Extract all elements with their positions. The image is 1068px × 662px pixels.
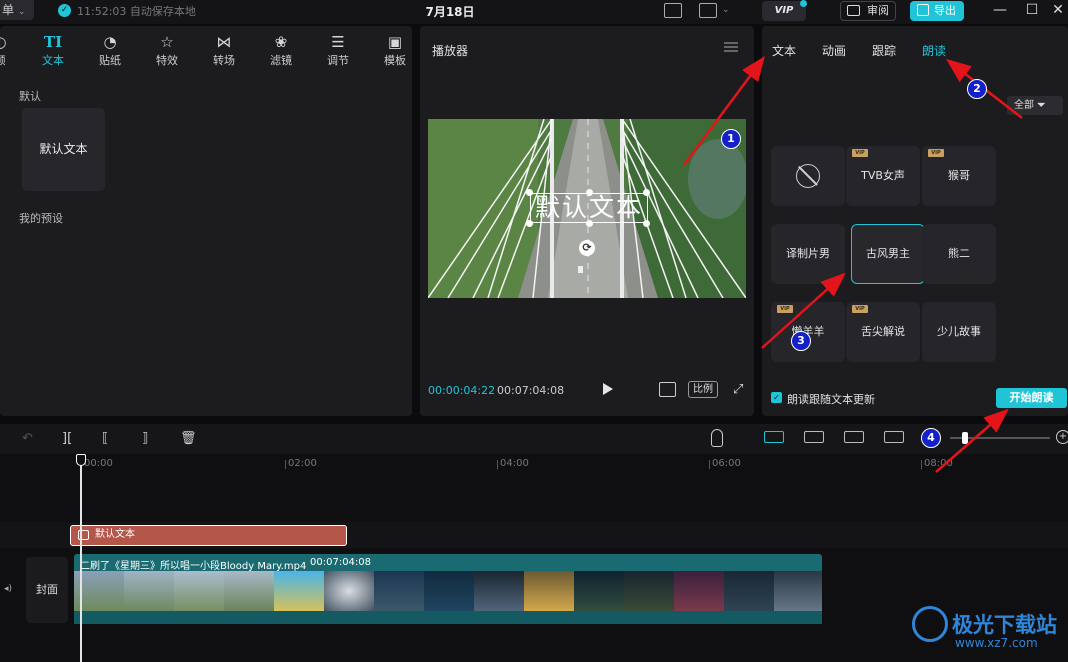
annotation-badge: 2: [967, 79, 987, 99]
annotation-badge: 4: [921, 428, 941, 448]
watermark-url: www.xz7.com: [955, 636, 1038, 650]
watermark-text: 极光下载站: [952, 613, 1057, 637]
arrow-1: [682, 55, 765, 166]
arrow-4: [935, 408, 1009, 473]
watermark-logo: [912, 606, 948, 642]
annotation-arrows: [682, 55, 1023, 473]
annotation-badge: 3: [791, 331, 811, 351]
annotation-badge: 1: [721, 129, 741, 149]
